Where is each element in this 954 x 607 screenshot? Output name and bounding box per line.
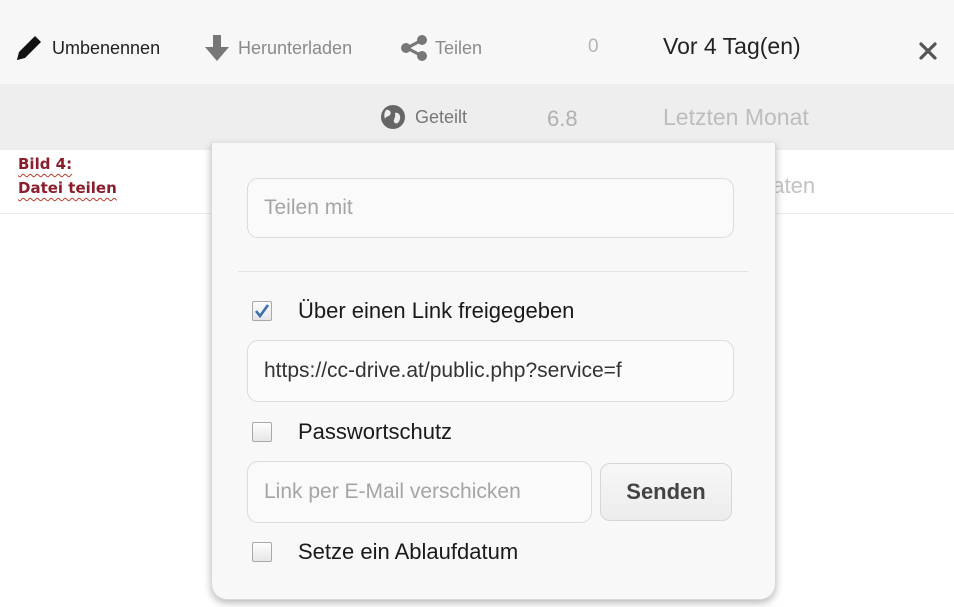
send-button[interactable]: Senden <box>600 463 732 521</box>
share-icon <box>401 35 427 61</box>
file-size: 0 <box>588 36 599 57</box>
caption-line-1: Bild 4: <box>18 155 73 173</box>
pencil-icon <box>17 36 41 60</box>
share-dialog: Über einen Link freigegeben Passwortschu… <box>211 143 776 600</box>
figure-caption: Bild 4: Datei teilen <box>18 152 117 200</box>
rename-button[interactable]: Umbenennen <box>14 30 160 66</box>
rename-label: Umbenennen <box>52 37 161 58</box>
close-icon[interactable] <box>917 40 939 62</box>
expiry-label: Setze ein Ablaufdatum <box>298 539 519 564</box>
share-label: Teilen <box>435 37 483 58</box>
download-button[interactable]: Herunterladen <box>204 30 352 66</box>
checkmark-icon <box>254 304 270 319</box>
share-link-label: Über einen Link freigegeben <box>298 298 575 323</box>
share-link-checkbox[interactable] <box>252 301 272 321</box>
file-row-actions: Umbenennen Herunterladen Teilen 0 Vor 4 … <box>0 0 954 84</box>
shared-label: Geteilt <box>415 106 468 127</box>
email-input[interactable] <box>247 461 592 523</box>
link-url-field[interactable] <box>247 340 734 402</box>
globe-icon <box>381 105 405 129</box>
password-option[interactable]: Passwortschutz <box>252 419 452 445</box>
share-with-input[interactable] <box>247 178 734 238</box>
expiry-checkbox[interactable] <box>252 542 272 562</box>
download-label: Herunterladen <box>238 37 353 58</box>
modified-date: Vor 4 Tag(en) <box>663 33 801 59</box>
modified-date: Letzten Monat <box>663 104 809 130</box>
file-row-shared[interactable]: Geteilt 6.8 Letzten Monat <box>0 84 954 150</box>
share-link-option[interactable]: Über einen Link freigegeben <box>252 298 574 324</box>
password-checkbox[interactable] <box>252 422 272 442</box>
download-arrow-icon <box>205 35 229 61</box>
divider <box>238 271 748 272</box>
file-size: 6.8 <box>547 106 578 131</box>
share-button[interactable]: Teilen <box>399 30 482 66</box>
shared-indicator[interactable]: Geteilt <box>379 103 467 131</box>
password-label: Passwortschutz <box>298 419 453 444</box>
expiry-option[interactable]: Setze ein Ablaufdatum <box>252 539 518 565</box>
caption-line-2: Datei teilen <box>18 179 117 197</box>
